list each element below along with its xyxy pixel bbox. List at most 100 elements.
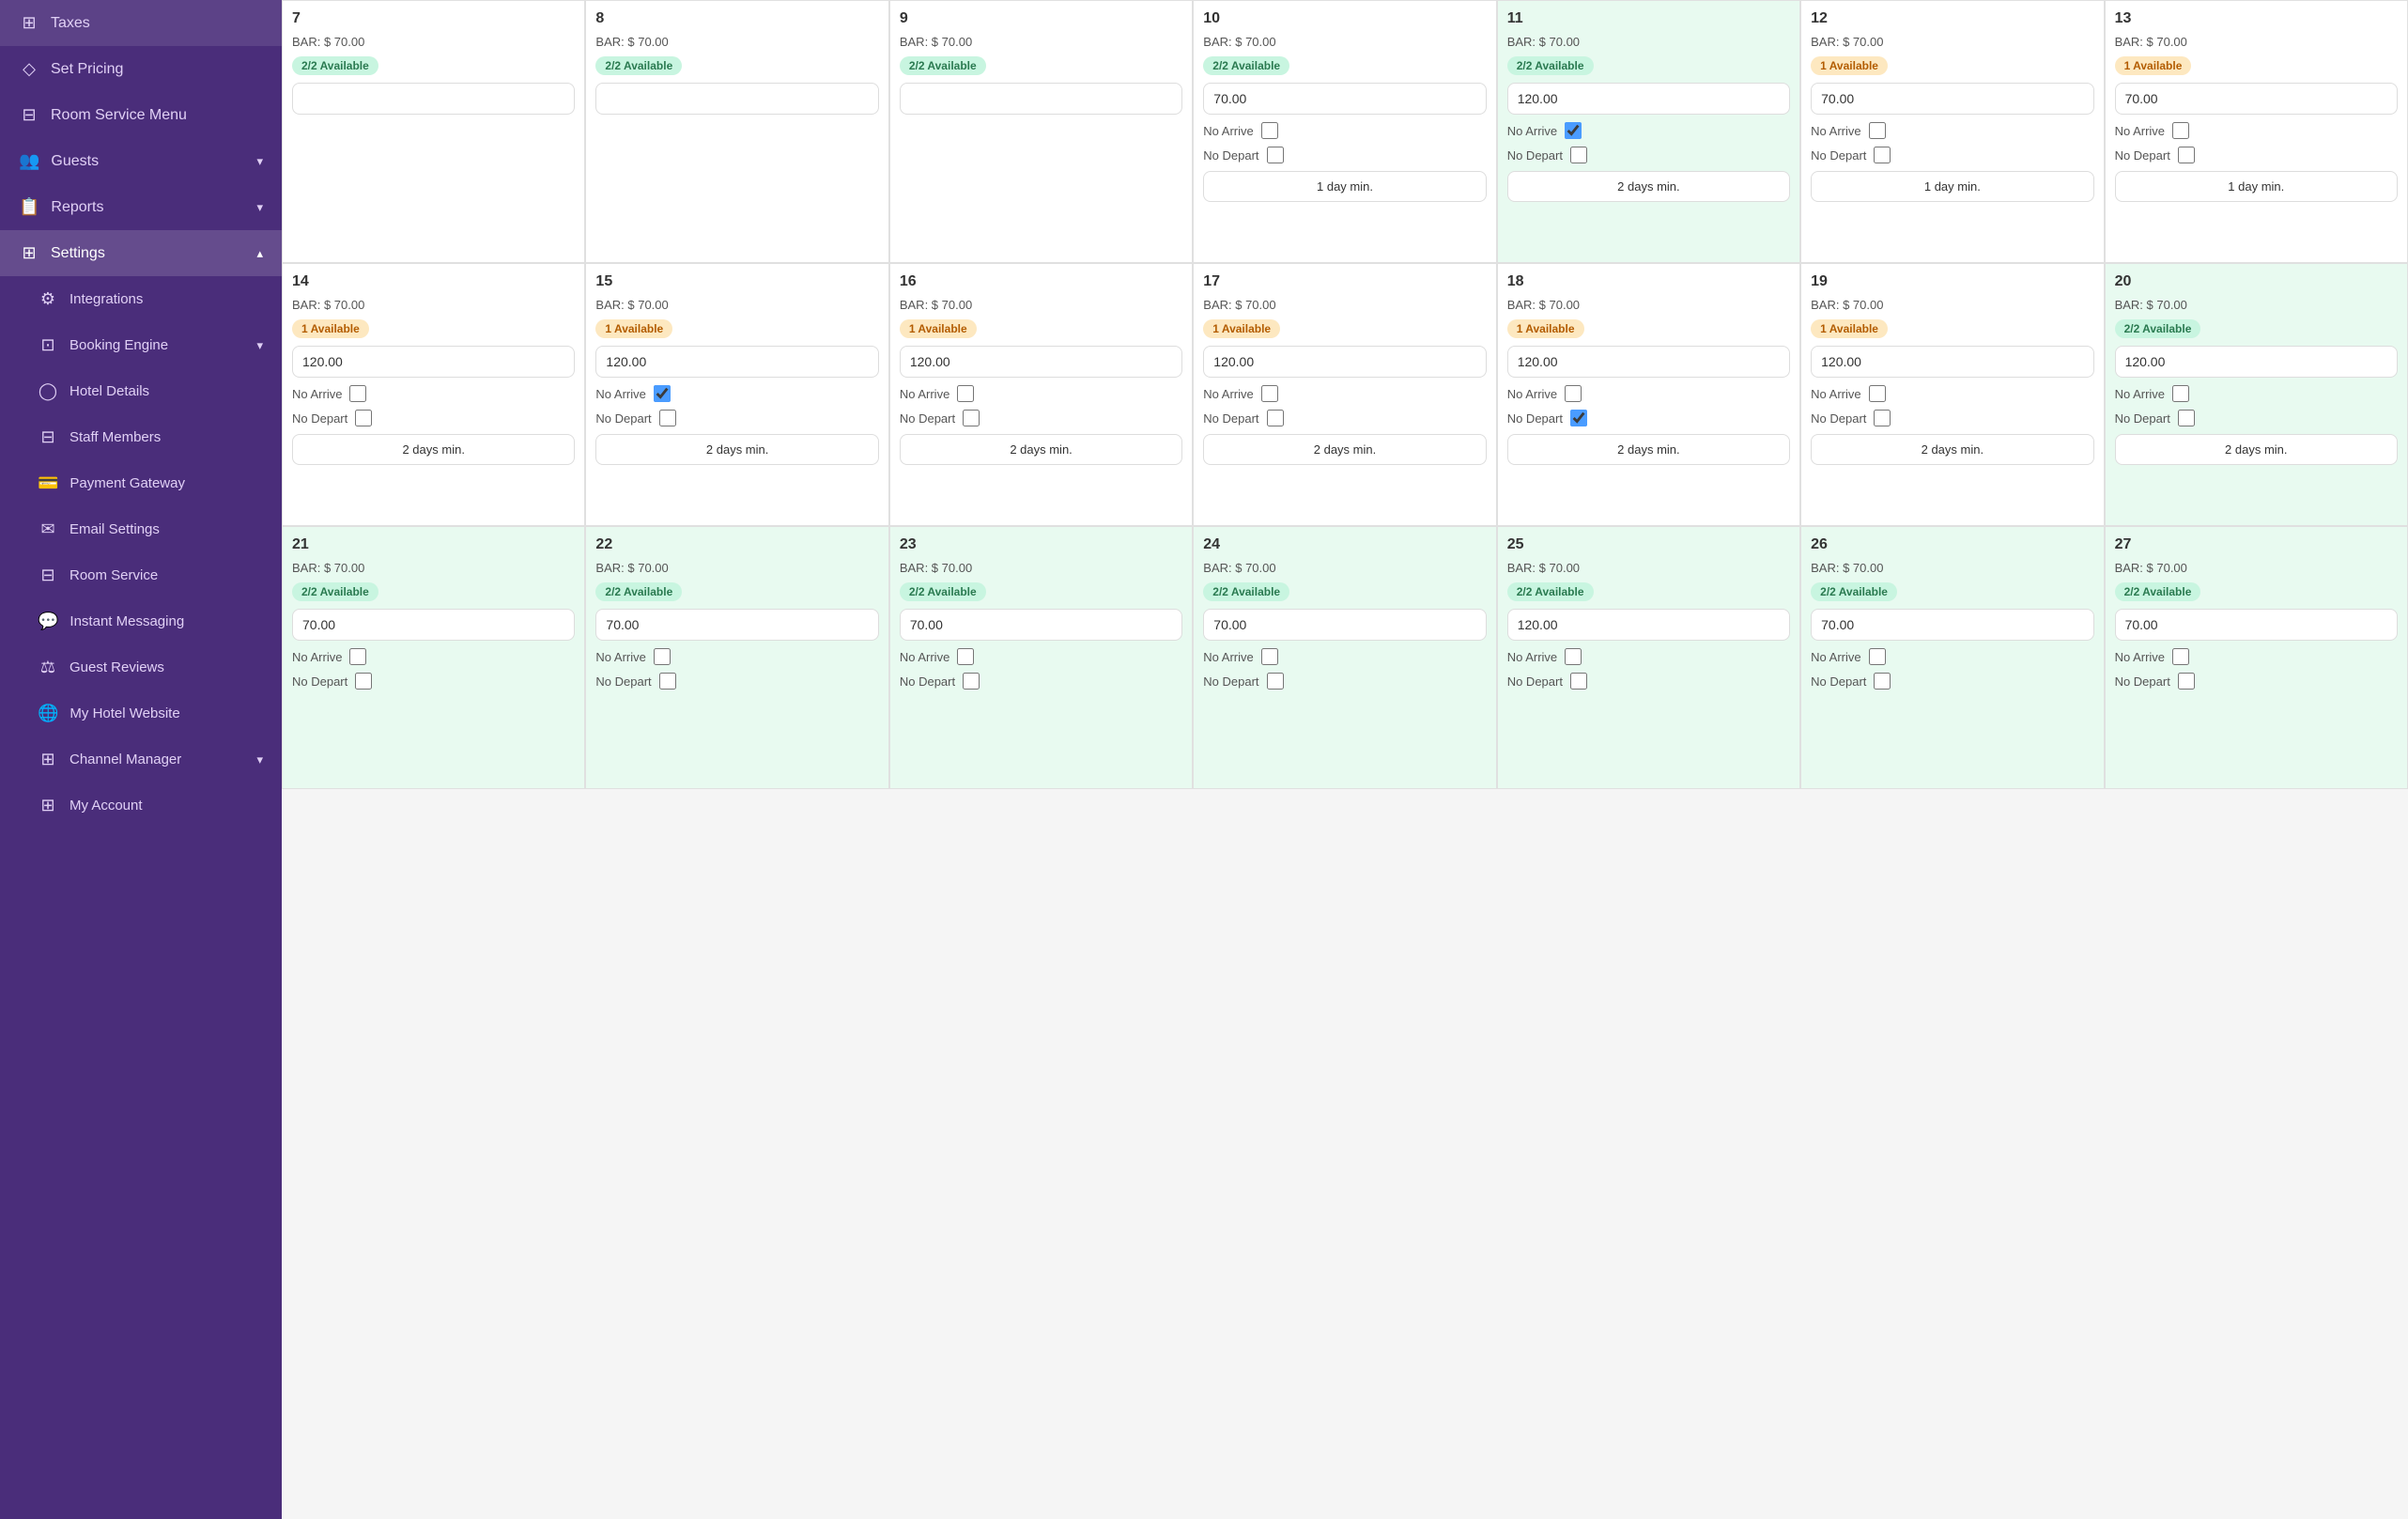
price-input[interactable]: [900, 609, 1182, 641]
day-number: 8: [595, 10, 878, 27]
no-depart-checkbox[interactable]: [2178, 147, 2195, 163]
no-arrive-checkbox[interactable]: [1565, 122, 1582, 139]
sidebar-item-channel-manager[interactable]: ⊞ Channel Manager ▾: [0, 736, 282, 783]
sidebar-item-my-account[interactable]: ⊞ My Account: [0, 783, 282, 829]
sidebar-item-my-hotel-website[interactable]: 🌐 My Hotel Website: [0, 690, 282, 736]
no-depart-checkbox[interactable]: [963, 673, 980, 690]
bar-price: BAR: $ 70.00: [1203, 35, 1486, 49]
sidebar-item-label: Reports: [51, 199, 103, 216]
no-depart-checkbox[interactable]: [1267, 673, 1284, 690]
price-input[interactable]: [1203, 346, 1486, 378]
bar-price: BAR: $ 70.00: [2115, 35, 2398, 49]
min-days-button[interactable]: 1 day min.: [1811, 171, 2093, 202]
sidebar-item-booking-engine[interactable]: ⊡ Booking Engine ▾: [0, 322, 282, 368]
no-arrive-checkbox[interactable]: [349, 385, 366, 402]
min-days-button[interactable]: 2 days min.: [1203, 434, 1486, 465]
no-depart-checkbox[interactable]: [1267, 147, 1284, 163]
no-arrive-checkbox[interactable]: [2172, 385, 2189, 402]
no-depart-checkbox[interactable]: [1570, 673, 1587, 690]
sidebar-item-room-service-menu[interactable]: ⊟ Room Service Menu: [0, 92, 282, 138]
no-arrive-checkbox[interactable]: [2172, 122, 2189, 139]
sidebar-item-guest-reviews[interactable]: ⚖ Guest Reviews: [0, 644, 282, 690]
sidebar-item-integrations[interactable]: ⚙ Integrations: [0, 276, 282, 322]
price-input[interactable]: [292, 346, 575, 378]
no-depart-checkbox[interactable]: [1267, 410, 1284, 426]
no-arrive-checkbox[interactable]: [654, 648, 671, 665]
min-days-button[interactable]: 1 day min.: [2115, 171, 2398, 202]
no-arrive-checkbox[interactable]: [1261, 385, 1278, 402]
price-input[interactable]: [900, 83, 1182, 115]
min-days-button[interactable]: 2 days min.: [1811, 434, 2093, 465]
no-arrive-label: No Arrive: [1203, 650, 1253, 664]
min-days-button[interactable]: 2 days min.: [900, 434, 1182, 465]
no-arrive-checkbox[interactable]: [1869, 385, 1886, 402]
price-input[interactable]: [292, 609, 575, 641]
no-arrive-row: No Arrive: [595, 385, 878, 402]
price-input[interactable]: [595, 346, 878, 378]
sidebar-item-room-service[interactable]: ⊟ Room Service: [0, 552, 282, 598]
price-input[interactable]: [292, 83, 575, 115]
booking-engine-icon: ⊡: [38, 335, 58, 355]
no-arrive-checkbox[interactable]: [957, 385, 974, 402]
price-input[interactable]: [2115, 83, 2398, 115]
price-input[interactable]: [900, 346, 1182, 378]
sidebar-item-reports[interactable]: 📋 Reports ▾: [0, 184, 282, 230]
no-arrive-checkbox[interactable]: [1869, 122, 1886, 139]
sidebar-item-taxes[interactable]: ⊞ Taxes: [0, 0, 282, 46]
no-depart-checkbox[interactable]: [1874, 147, 1891, 163]
no-arrive-checkbox[interactable]: [349, 648, 366, 665]
no-arrive-checkbox[interactable]: [1565, 648, 1582, 665]
price-input[interactable]: [1811, 83, 2093, 115]
price-input[interactable]: [1811, 346, 2093, 378]
sidebar-item-settings[interactable]: ⊞ Settings ▴: [0, 230, 282, 276]
no-arrive-checkbox[interactable]: [2172, 648, 2189, 665]
sidebar-item-staff-members[interactable]: ⊟ Staff Members: [0, 414, 282, 460]
sidebar-item-payment-gateway[interactable]: 💳 Payment Gateway: [0, 460, 282, 506]
sidebar-item-instant-messaging[interactable]: 💬 Instant Messaging: [0, 598, 282, 644]
no-depart-checkbox[interactable]: [1874, 673, 1891, 690]
no-arrive-checkbox[interactable]: [1261, 122, 1278, 139]
price-input[interactable]: [1203, 83, 1486, 115]
no-arrive-checkbox[interactable]: [654, 385, 671, 402]
no-arrive-checkbox[interactable]: [1565, 385, 1582, 402]
min-days-button[interactable]: 2 days min.: [1507, 434, 1790, 465]
sidebar-item-email-settings[interactable]: ✉ Email Settings: [0, 506, 282, 552]
bar-price: BAR: $ 70.00: [1507, 298, 1790, 312]
price-input[interactable]: [1203, 609, 1486, 641]
no-depart-checkbox[interactable]: [1570, 147, 1587, 163]
no-depart-label: No Depart: [2115, 411, 2170, 426]
min-days-button[interactable]: 1 day min.: [1203, 171, 1486, 202]
no-arrive-checkbox[interactable]: [957, 648, 974, 665]
price-input[interactable]: [2115, 609, 2398, 641]
no-arrive-row: No Arrive: [900, 385, 1182, 402]
no-arrive-label: No Arrive: [1507, 650, 1557, 664]
no-depart-checkbox[interactable]: [963, 410, 980, 426]
sidebar-item-hotel-details[interactable]: ◯ Hotel Details: [0, 368, 282, 414]
price-input[interactable]: [595, 609, 878, 641]
availability-badge: 2/2 Available: [292, 56, 378, 75]
no-arrive-checkbox[interactable]: [1261, 648, 1278, 665]
no-depart-checkbox[interactable]: [2178, 673, 2195, 690]
no-depart-checkbox[interactable]: [355, 673, 372, 690]
sidebar-item-guests[interactable]: 👥 Guests ▾: [0, 138, 282, 184]
price-input[interactable]: [2115, 346, 2398, 378]
day-cell-11: 11BAR: $ 70.002/2 Available No Arrive No…: [1497, 0, 1800, 263]
no-depart-checkbox[interactable]: [659, 410, 676, 426]
no-depart-checkbox[interactable]: [355, 410, 372, 426]
price-input[interactable]: [1507, 346, 1790, 378]
price-input[interactable]: [1811, 609, 2093, 641]
no-arrive-checkbox[interactable]: [1869, 648, 1886, 665]
no-depart-checkbox[interactable]: [2178, 410, 2195, 426]
no-arrive-label: No Arrive: [292, 650, 342, 664]
price-input[interactable]: [1507, 609, 1790, 641]
sidebar-item-set-pricing[interactable]: ◇ Set Pricing: [0, 46, 282, 92]
min-days-button[interactable]: 2 days min.: [1507, 171, 1790, 202]
no-depart-checkbox[interactable]: [659, 673, 676, 690]
no-depart-checkbox[interactable]: [1874, 410, 1891, 426]
price-input[interactable]: [595, 83, 878, 115]
price-input[interactable]: [1507, 83, 1790, 115]
min-days-button[interactable]: 2 days min.: [292, 434, 575, 465]
min-days-button[interactable]: 2 days min.: [2115, 434, 2398, 465]
min-days-button[interactable]: 2 days min.: [595, 434, 878, 465]
no-depart-checkbox[interactable]: [1570, 410, 1587, 426]
